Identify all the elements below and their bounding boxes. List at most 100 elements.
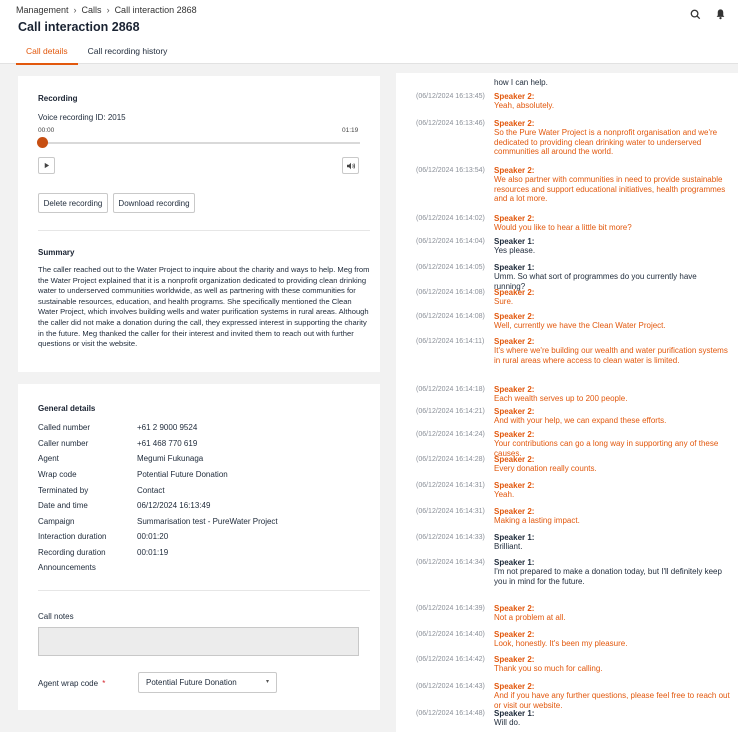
details-value: Megumi Fukunaga [137, 454, 204, 463]
breadcrumb-management[interactable]: Management [16, 5, 69, 15]
transcript-timestamp: (06/12/2024 16:14:02) [416, 215, 485, 222]
volume-button[interactable] [342, 157, 359, 174]
details-key: Terminated by [38, 486, 89, 495]
agent-wrap-code-select[interactable]: Potential Future Donation ▾ [138, 672, 277, 693]
bell-icon[interactable] [715, 8, 726, 20]
transcript-text: Would you like to hear a little bit more… [494, 223, 632, 232]
transcript-text: Yes please. [494, 246, 536, 255]
details-row-caller-number: Caller number +61 468 770 619 [38, 439, 197, 448]
details-row-recording-duration: Recording duration 00:01:19 [38, 548, 168, 557]
transcript-text: It's where we're building our wealth and… [494, 346, 728, 365]
transcript-timestamp: (06/12/2024 16:13:45) [416, 93, 485, 100]
call-notes-textarea[interactable] [38, 627, 359, 656]
details-row-agent: Agent Megumi Fukunaga [38, 454, 203, 463]
details-key: Wrap code [38, 470, 77, 479]
transcript-text: Yeah. [494, 490, 515, 499]
page-title: Call interaction 2868 [18, 20, 140, 34]
time-start: 00:00 [38, 127, 55, 134]
tab-bar: Call details Call recording history [16, 44, 178, 65]
play-icon [44, 162, 50, 169]
progress-track[interactable] [37, 137, 360, 148]
details-row-campaign: Campaign Summarisation test - PureWater P… [38, 517, 278, 526]
divider [38, 230, 370, 231]
play-button[interactable] [38, 157, 55, 174]
agent-wrap-code-label-text: Agent wrap code [38, 679, 99, 688]
transcript-speaker: Speaker 1: [494, 558, 535, 567]
details-key: Date and time [38, 501, 88, 510]
transcript-timestamp: (06/12/2024 16:14:18) [416, 386, 485, 393]
recording-summary-panel: Recording Voice recording ID: 2015 00:00… [18, 76, 380, 372]
details-key: Caller number [38, 439, 89, 448]
transcript-timestamp: (06/12/2024 16:14:42) [416, 656, 485, 663]
transcript-speaker: Speaker 2: [494, 92, 535, 101]
transcript-timestamp: (06/12/2024 16:14:28) [416, 456, 485, 463]
tab-call-recording-history[interactable]: Call recording history [78, 44, 178, 64]
general-details-title: General details [38, 404, 96, 413]
details-value: +61 2 9000 9524 [137, 423, 198, 432]
transcript-speaker: Speaker 2: [494, 604, 535, 613]
details-value: Summarisation test - PureWater Project [137, 517, 278, 526]
download-recording-button[interactable]: Download recording [113, 193, 195, 213]
transcript-speaker: Speaker 2: [494, 288, 535, 297]
progress-knob[interactable] [37, 137, 48, 148]
transcript-text: Brilliant. [494, 542, 523, 551]
transcript-speaker: Speaker 2: [494, 682, 535, 691]
transcript-timestamp: (06/12/2024 16:14:08) [416, 289, 485, 296]
transcript-timestamp: (06/12/2024 16:14:11) [416, 338, 485, 345]
breadcrumb-calls[interactable]: Calls [82, 5, 102, 15]
transcript-text: Look, honestly. It's been my pleasure. [494, 639, 628, 648]
transcript-top-fragment: how I can help. [494, 78, 548, 87]
details-value: Contact [137, 486, 165, 495]
transcript-text: Every donation really counts. [494, 464, 597, 473]
transcript-timestamp: (06/12/2024 16:14:21) [416, 408, 485, 415]
details-key: Recording duration [38, 548, 106, 557]
agent-wrap-code-label: Agent wrap code * [38, 679, 105, 688]
transcript-speaker: Speaker 2: [494, 455, 535, 464]
details-row-terminated-by: Terminated by Contact [38, 486, 165, 495]
top-bar: Management › Calls › Call interaction 28… [0, 0, 738, 65]
details-value: 00:01:20 [137, 532, 169, 541]
transcript-text: Well, currently we have the Clean Water … [494, 321, 666, 330]
transcript-text: Not a problem at all. [494, 613, 566, 622]
details-row-wrap-code: Wrap code Potential Future Donation [38, 470, 228, 479]
transcript-text: And with your help, we can expand these … [494, 416, 667, 425]
transcript-speaker: Speaker 2: [494, 337, 535, 346]
details-value: Potential Future Donation [137, 470, 228, 479]
transcript-speaker: Speaker 2: [494, 385, 535, 394]
transcript-text: Will do. [494, 718, 521, 727]
details-value: 06/12/2024 16:13:49 [137, 501, 211, 510]
transcript-text: Yeah, absolutely. [494, 101, 555, 110]
chevron-right-icon: › [73, 5, 77, 15]
transcript-panel: how I can help. (06/12/2024 16:13:45) Spe… [396, 73, 738, 732]
transcript-text: And if you have any further questions, p… [494, 691, 730, 710]
time-end: 01:19 [342, 127, 359, 134]
transcript-timestamp: (06/12/2024 16:14:31) [416, 482, 485, 489]
tab-call-details[interactable]: Call details [16, 44, 78, 65]
recording-title: Recording [38, 94, 78, 103]
transcript-speaker: Speaker 2: [494, 430, 535, 439]
required-mark: * [102, 679, 106, 688]
transcript-timestamp: (06/12/2024 16:14:24) [416, 431, 485, 438]
transcript-timestamp: (06/12/2024 16:14:31) [416, 508, 485, 515]
details-row-announcements: Announcements [38, 563, 137, 572]
transcript-timestamp: (06/12/2024 16:14:04) [416, 238, 485, 245]
top-icons [690, 8, 726, 20]
summary-text: The caller reached out to the Water Proj… [38, 265, 370, 349]
details-key: Called number [38, 423, 91, 432]
search-icon[interactable] [690, 9, 701, 20]
transcript-speaker: Speaker 2: [494, 312, 535, 321]
transcript-text: Thank you so much for calling. [494, 664, 603, 673]
transcript-text: Making a lasting impact. [494, 516, 580, 525]
call-notes-label: Call notes [38, 612, 74, 621]
delete-recording-button[interactable]: Delete recording [38, 193, 108, 213]
transcript-timestamp: (06/12/2024 16:14:08) [416, 313, 485, 320]
general-details-panel: General details Called number +61 2 9000 … [18, 384, 380, 710]
transcript-speaker: Speaker 2: [494, 507, 535, 516]
details-row-interaction-duration: Interaction duration 00:01:20 [38, 532, 168, 541]
transcript-timestamp: (06/12/2024 16:14:40) [416, 631, 485, 638]
transcript-speaker: Speaker 2: [494, 119, 535, 128]
transcript-speaker: Speaker 2: [494, 481, 535, 490]
details-row-called-number: Called number +61 2 9000 9524 [38, 423, 197, 432]
transcript-text: We also partner with communities in need… [494, 175, 726, 203]
details-value: +61 468 770 619 [137, 439, 198, 448]
